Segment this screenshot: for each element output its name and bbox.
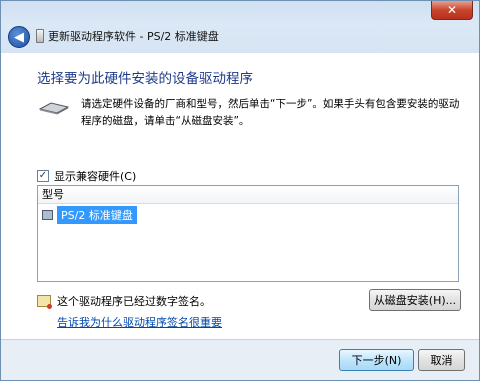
signature-text: 这个驱动程序已经过数字签名。 (57, 295, 211, 308)
page-heading: 选择要为此硬件安装的设备驱动程序 (37, 71, 253, 87)
window-title: 更新驱动程序软件 - PS/2 标准键盘 (48, 30, 219, 43)
have-disk-button[interactable]: 从磁盘安装(H)... (369, 289, 461, 311)
show-compatible-label[interactable]: 显示兼容硬件(C) (54, 168, 136, 184)
back-button[interactable]: ◀ (8, 26, 30, 48)
close-icon: ✕ (446, 3, 458, 17)
device-icon (36, 29, 44, 43)
back-arrow-icon: ◀ (14, 29, 24, 45)
dialog-window: ✕ ◀ 更新驱动程序软件 - PS/2 标准键盘 选择要为此硬件安装的设备驱动程… (0, 0, 480, 381)
cancel-button[interactable]: 取消 (418, 349, 465, 371)
signature-row: 这个驱动程序已经过数字签名。 (37, 293, 211, 309)
footer-divider (1, 339, 479, 340)
close-button[interactable]: ✕ (431, 1, 473, 20)
certificate-icon (37, 295, 52, 309)
show-compatible-row[interactable]: ✓ 显示兼容硬件(C) (37, 168, 136, 184)
instructions-text: 请选定硬件设备的厂商和型号，然后单击“下一步”。如果手头有包含要安装的驱动程序的… (81, 98, 460, 127)
keyboard-icon (39, 102, 69, 115)
list-item[interactable]: PS/2 标准键盘 (42, 206, 137, 224)
next-button[interactable]: 下一步(N) (339, 349, 414, 371)
show-compatible-checkbox[interactable]: ✓ (37, 170, 49, 182)
list-item-label[interactable]: PS/2 标准键盘 (57, 206, 137, 224)
main-content: 选择要为此硬件安装的设备驱动程序 请选定硬件设备的厂商和型号，然后单击“下一步”… (1, 53, 479, 339)
model-column-header[interactable]: 型号 (38, 186, 458, 204)
keyboard-device-icon (42, 210, 53, 220)
model-list[interactable]: 型号 PS/2 标准键盘 (37, 185, 459, 282)
why-signing-link[interactable]: 告诉我为什么驱动程序签名很重要 (57, 314, 222, 330)
title-bar: ✕ ◀ 更新驱动程序软件 - PS/2 标准键盘 (1, 1, 479, 53)
